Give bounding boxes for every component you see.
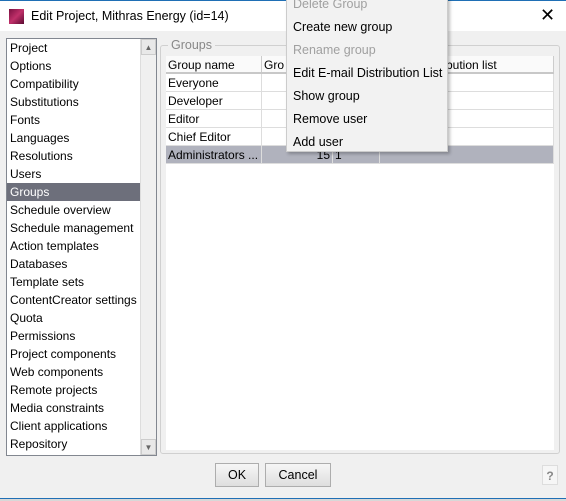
sidebar-item-repository[interactable]: Repository — [7, 435, 141, 453]
sidebar-item-schedule-overview[interactable]: Schedule overview — [7, 201, 141, 219]
sidebar-item-substitutions[interactable]: Substitutions — [7, 93, 141, 111]
window-title: Edit Project, Mithras Energy (id=14) — [31, 9, 229, 23]
sidebar-item-media-constraints[interactable]: Media constraints — [7, 399, 141, 417]
menu-item-add-user[interactable]: Add user — [287, 131, 447, 154]
sidebar-item-remote-projects[interactable]: Remote projects — [7, 381, 141, 399]
menu-item-create-new-group[interactable]: Create new group — [287, 16, 447, 39]
sidebar-item-groups[interactable]: Groups — [7, 183, 141, 201]
help-button[interactable]: ? — [542, 465, 558, 485]
sidebar-item-project-components[interactable]: Project components — [7, 345, 141, 363]
menu-item-delete-group: Delete Group — [293, 0, 368, 11]
column-header[interactable]: Group name — [166, 56, 262, 72]
scroll-down-icon[interactable]: ▼ — [141, 439, 156, 455]
context-menu: Delete Group Create new group Rename group… — [286, 0, 448, 152]
sidebar-item-action-templates[interactable]: Action templates — [7, 237, 141, 255]
groups-label: Groups — [168, 38, 215, 52]
sidebar-item-options[interactable]: Options — [7, 57, 141, 75]
sidebar-item-users[interactable]: Users — [7, 165, 141, 183]
close-icon[interactable]: ✕ — [540, 5, 555, 26]
table-cell: Everyone — [166, 74, 262, 91]
ok-button[interactable]: OK — [215, 463, 259, 487]
sidebar-item-client-applications[interactable]: Client applications — [7, 417, 141, 435]
sidebar-item-fonts[interactable]: Fonts — [7, 111, 141, 129]
sidebar-item-schedule-management[interactable]: Schedule management — [7, 219, 141, 237]
sidebar-item-contentcreator-settings[interactable]: ContentCreator settings — [7, 291, 141, 309]
cancel-button[interactable]: Cancel — [265, 463, 331, 487]
sidebar-item-resolutions[interactable]: Resolutions — [7, 147, 141, 165]
sidebar-item-permissions[interactable]: Permissions — [7, 327, 141, 345]
table-cell: Administrators ... — [166, 146, 262, 163]
sidebar-item-project[interactable]: Project — [7, 39, 141, 57]
nav-scrollbar[interactable]: ▲ ▼ — [140, 39, 156, 455]
menu-item-rename-group: Rename group — [293, 43, 376, 57]
nav-list[interactable]: Project Options Compatibility Substitutions… — [6, 38, 157, 456]
sidebar-item-databases[interactable]: Databases — [7, 255, 141, 273]
menu-item-edit-e-mail-distribution-list[interactable]: Edit E-mail Distribution List — [287, 62, 447, 85]
table-cell: Chief Editor — [166, 128, 262, 145]
sidebar-item-languages[interactable]: Languages — [7, 129, 141, 147]
menu-item-show-group[interactable]: Show group — [287, 85, 447, 108]
title-bar: Edit Project, Mithras Energy (id=14) ✕ — [0, 0, 566, 31]
scroll-up-icon[interactable]: ▲ — [141, 39, 156, 55]
table-cell: Editor — [166, 110, 262, 127]
sidebar-item-template-sets[interactable]: Template sets — [7, 273, 141, 291]
table-cell: Developer — [166, 92, 262, 109]
sidebar-item-compatibility[interactable]: Compatibility — [7, 75, 141, 93]
app-icon — [9, 9, 24, 24]
sidebar-item-web-components[interactable]: Web components — [7, 363, 141, 381]
menu-item-remove-user[interactable]: Remove user — [287, 108, 447, 131]
sidebar-item-quota[interactable]: Quota — [7, 309, 141, 327]
